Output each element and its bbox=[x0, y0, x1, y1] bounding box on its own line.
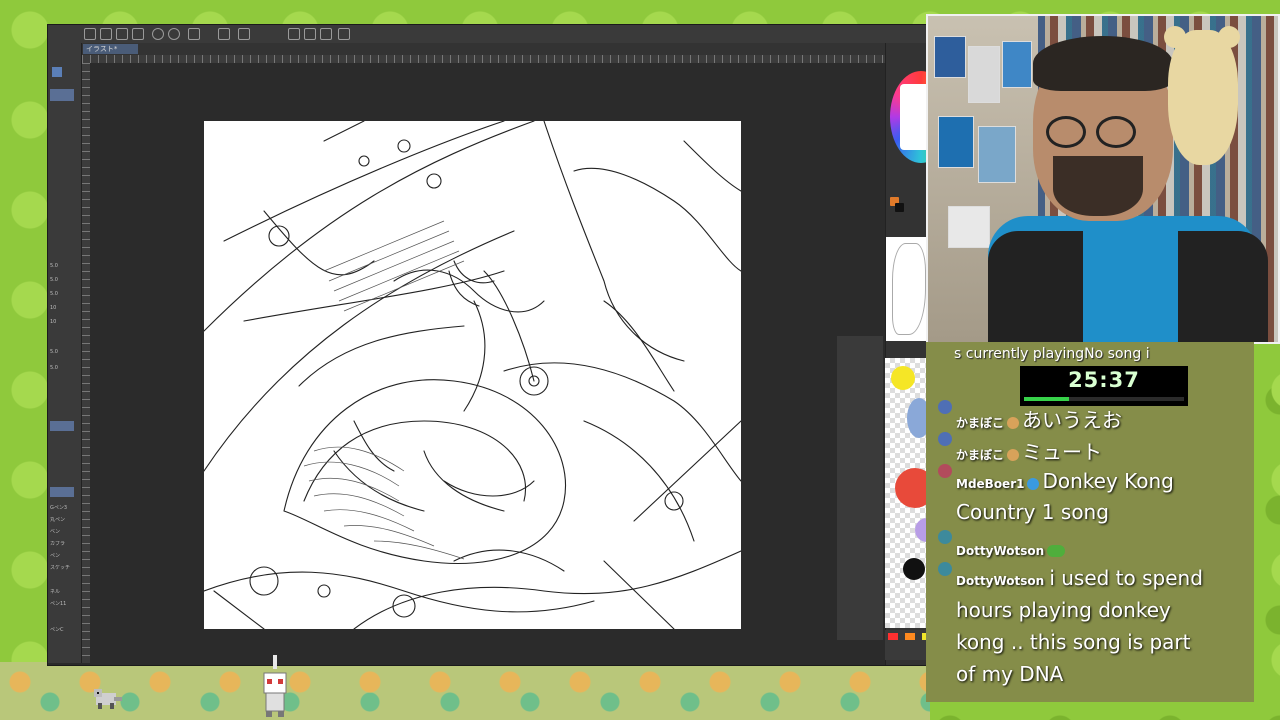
brush-icon[interactable] bbox=[304, 28, 316, 40]
chat-message: かまぼこ あいうえお bbox=[956, 404, 1122, 433]
brush-size-row[interactable]: 10 bbox=[50, 319, 78, 326]
chat-username: かまぼこ bbox=[956, 416, 1005, 430]
pepe-emote-icon bbox=[1047, 544, 1066, 557]
glasses-icon bbox=[1046, 116, 1086, 148]
clear-icon[interactable] bbox=[218, 28, 230, 40]
pencil-icon[interactable] bbox=[288, 28, 300, 40]
chat-username: かまぼこ bbox=[956, 448, 1005, 462]
tab-document[interactable]: イラスト* bbox=[83, 44, 138, 54]
open-file-icon[interactable] bbox=[100, 28, 112, 40]
badge-icon bbox=[1007, 416, 1020, 429]
brush-size-row[interactable]: 5.0 bbox=[50, 263, 78, 270]
poster bbox=[948, 206, 990, 248]
sub-tool-item[interactable]: 丸ペン bbox=[50, 517, 78, 524]
webcam-feed bbox=[926, 14, 1280, 344]
document-tabs: イラスト* bbox=[48, 43, 931, 55]
settings-icon[interactable] bbox=[188, 28, 200, 40]
bottom-decor-strip bbox=[0, 662, 930, 720]
chat-message: かまぼこ ミュート bbox=[956, 436, 1102, 465]
brush-preview[interactable] bbox=[50, 421, 74, 431]
tool-selector-icon[interactable] bbox=[52, 67, 62, 77]
teddy-bear bbox=[1168, 30, 1238, 165]
streamer-jacket bbox=[988, 231, 1083, 342]
chat-message: MdeBoer1 Donkey Kong bbox=[956, 469, 1174, 493]
sketch-artwork bbox=[203, 120, 742, 630]
ruler-horizontal bbox=[82, 55, 885, 63]
pixel-robot-sprite bbox=[263, 655, 287, 717]
chat-username: DottyWotson bbox=[956, 574, 1045, 588]
streamer-hair bbox=[1033, 36, 1173, 91]
chat-avatar bbox=[938, 562, 952, 576]
timer-progress-fill bbox=[1024, 397, 1069, 401]
navigator-thumbnail bbox=[892, 243, 926, 335]
selected-tool-row[interactable] bbox=[50, 89, 74, 101]
command-bar bbox=[48, 25, 931, 44]
chat-avatar bbox=[938, 530, 952, 544]
glasses-icon bbox=[1096, 116, 1136, 148]
chat-text: あいうえお bbox=[1022, 408, 1123, 432]
sub-tool-item[interactable]: カブラ bbox=[50, 541, 78, 548]
chat-avatar bbox=[938, 432, 952, 446]
chat-text-cont: kong .. this song is part bbox=[956, 630, 1191, 654]
sub-color-swatch[interactable] bbox=[895, 203, 904, 212]
badge-icon bbox=[1007, 448, 1020, 461]
chat-message: DottyWotson i used to spend bbox=[956, 566, 1203, 590]
paint-blob-yellow[interactable] bbox=[891, 366, 915, 390]
chat-text: i used to spend bbox=[1049, 566, 1203, 590]
teddy-bear-ear bbox=[1164, 26, 1186, 48]
pen-icon[interactable] bbox=[320, 28, 332, 40]
color-chip[interactable] bbox=[905, 633, 915, 640]
drawing-canvas[interactable] bbox=[203, 120, 742, 630]
chat-username: DottyWotson bbox=[956, 544, 1045, 558]
now-playing-ticker: s currently playingNo song i bbox=[954, 346, 1150, 362]
poster bbox=[938, 116, 974, 168]
chat-username: MdeBoer1 bbox=[956, 477, 1025, 491]
poster bbox=[1002, 41, 1032, 88]
sub-tool-header[interactable] bbox=[50, 487, 74, 497]
pixel-mouse-sprite bbox=[94, 689, 122, 709]
chat-avatar bbox=[938, 400, 952, 414]
brush-size-row[interactable]: 5.0 bbox=[50, 291, 78, 298]
new-file-icon[interactable] bbox=[84, 28, 96, 40]
chat-avatar bbox=[938, 464, 952, 478]
teddy-bear-ear bbox=[1218, 26, 1240, 48]
brush-size-row[interactable]: 5.0 bbox=[50, 349, 78, 356]
sub-tool-item[interactable]: ベン bbox=[50, 529, 78, 536]
chat-text: ミュート bbox=[1022, 440, 1103, 464]
palette-dock bbox=[837, 336, 883, 640]
save-icon[interactable] bbox=[116, 28, 128, 40]
redo-icon[interactable] bbox=[168, 28, 180, 40]
streamer-beard bbox=[1053, 156, 1143, 216]
chat-text: Donkey Kong bbox=[1042, 469, 1174, 493]
transform-icon[interactable] bbox=[238, 28, 250, 40]
chat-text-cont: of my DNA bbox=[956, 662, 1064, 686]
brush-size-row[interactable]: 5.0 bbox=[50, 277, 78, 284]
paint-blob-black[interactable] bbox=[903, 558, 925, 580]
chat-text-cont: hours playing donkey bbox=[956, 598, 1171, 622]
brush-size-row[interactable]: 5.0 bbox=[50, 365, 78, 372]
sub-tool-item[interactable]: Gペン3 bbox=[50, 505, 78, 512]
undo-icon[interactable] bbox=[152, 28, 164, 40]
stream-timer: 25:37 bbox=[1020, 366, 1188, 406]
ruler-vertical bbox=[82, 63, 90, 663]
badge-icon bbox=[1027, 477, 1040, 490]
chat-message: DottyWotson bbox=[956, 540, 1068, 559]
timer-text: 25:37 bbox=[1068, 368, 1140, 392]
poster bbox=[968, 46, 1000, 103]
color-chip[interactable] bbox=[888, 633, 898, 640]
streamer-jacket bbox=[1178, 231, 1268, 342]
poster bbox=[978, 126, 1016, 183]
sub-tool-item[interactable]: ペンC bbox=[50, 627, 78, 634]
sub-tool-item[interactable]: スケッチ bbox=[50, 565, 78, 572]
ruler-icon[interactable] bbox=[338, 28, 350, 40]
sub-tool-item[interactable]: ペン11 bbox=[50, 601, 78, 608]
chat-text-cont: Country 1 song bbox=[956, 500, 1109, 524]
sub-tool-item[interactable]: ペン bbox=[50, 553, 78, 560]
sub-tool-item[interactable]: ネル bbox=[50, 589, 78, 596]
brush-size-row[interactable]: 10 bbox=[50, 305, 78, 312]
tool-property-panel: 5.0 5.0 5.0 10 10 5.0 5.0 Gペン3 丸ペン ベン カブ… bbox=[48, 43, 82, 663]
poster bbox=[934, 36, 966, 78]
print-icon[interactable] bbox=[132, 28, 144, 40]
